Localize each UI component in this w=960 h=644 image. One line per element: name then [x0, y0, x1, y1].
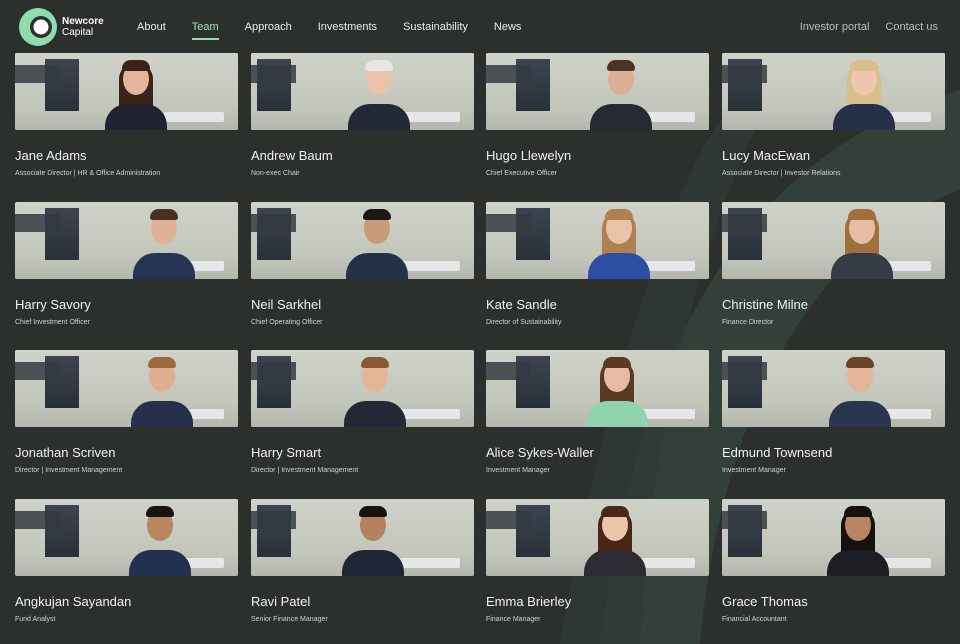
- team-member-role: Chief Executive Officer: [486, 170, 558, 177]
- team-member-photo: [486, 499, 709, 576]
- team-member-role: Director of Sustainability: [486, 319, 562, 326]
- team-member-name[interactable]: Neil Sarkhel: [251, 297, 321, 312]
- team-member-role: Investment Manager: [486, 467, 550, 474]
- team-member-role: Non-exec Chair: [251, 170, 300, 177]
- site-header: Newcore Capital About Team Approach Inve…: [0, 0, 960, 54]
- team-member-role: Finance Director: [722, 319, 774, 326]
- nav-item-about[interactable]: About: [137, 21, 166, 33]
- team-member-role: Director | Investment Management: [15, 467, 123, 474]
- team-member-photo: [15, 350, 238, 427]
- team-member-role: Financial Accountant: [722, 616, 787, 623]
- brand-line-2: Capital: [62, 27, 94, 38]
- team-member-photo: [251, 202, 474, 279]
- team-member-photo: [722, 499, 945, 576]
- nav-item-investments[interactable]: Investments: [318, 21, 377, 33]
- team-member-name[interactable]: Jane Adams: [15, 148, 87, 163]
- brand-logo-icon: [18, 7, 58, 47]
- team-member-photo: [15, 53, 238, 130]
- team-member-name[interactable]: Angkujan Sayandan: [15, 594, 131, 609]
- team-member-photo: [251, 350, 474, 427]
- team-member-role: Investment Manager: [722, 467, 786, 474]
- contact-us-link[interactable]: Contact us: [885, 21, 938, 33]
- nav-item-team[interactable]: Team: [191, 21, 219, 40]
- team-member-name[interactable]: Andrew Baum: [251, 148, 333, 163]
- nav-item-news[interactable]: News: [494, 21, 522, 33]
- investor-portal-link[interactable]: Investor portal: [800, 21, 870, 33]
- team-member-role: Associate Director | Investor Relations: [722, 170, 841, 177]
- team-member-name[interactable]: Harry Savory: [15, 297, 91, 312]
- team-member-name[interactable]: Edmund Townsend: [722, 445, 832, 460]
- team-member-photo: [486, 202, 709, 279]
- team-member-photo: [722, 350, 945, 427]
- team-member-name[interactable]: Lucy MacEwan: [722, 148, 810, 163]
- brand-logo[interactable]: Newcore Capital: [18, 7, 104, 47]
- team-member-name[interactable]: Kate Sandle: [486, 297, 557, 312]
- team-member-role: Associate Director | HR & Office Adminis…: [15, 170, 161, 177]
- team-member-photo: [722, 53, 945, 130]
- team-member-role: Fund Analyst: [15, 616, 56, 623]
- nav-item-approach[interactable]: Approach: [245, 21, 292, 33]
- team-member-name[interactable]: Alice Sykes-Waller: [486, 445, 594, 460]
- team-member-photo: [15, 202, 238, 279]
- team-member-name[interactable]: Ravi Patel: [251, 594, 310, 609]
- team-member-name[interactable]: Harry Smart: [251, 445, 321, 460]
- main-nav: About Team Approach Investments Sustaina…: [124, 0, 534, 54]
- team-member-role: Finance Manager: [486, 616, 541, 623]
- team-grid: Jane Adams Associate Director | HR & Offi…: [15, 0, 945, 644]
- team-member-name[interactable]: Hugo Llewelyn: [486, 148, 571, 163]
- team-member-role: Director | Investment Management: [251, 467, 359, 474]
- team-member-photo: [486, 350, 709, 427]
- nav-item-sustainability[interactable]: Sustainability: [403, 21, 468, 33]
- brand-wordmark: Newcore Capital: [62, 16, 104, 38]
- team-member-name[interactable]: Grace Thomas: [722, 594, 808, 609]
- team-member-photo: [722, 202, 945, 279]
- team-member-name[interactable]: Christine Milne: [722, 297, 808, 312]
- team-member-photo: [486, 53, 709, 130]
- team-member-role: Chief Operating Officer: [251, 319, 323, 326]
- team-member-role: Senior Finance Manager: [251, 616, 328, 623]
- team-member-photo: [251, 499, 474, 576]
- team-member-photo: [15, 499, 238, 576]
- team-member-role: Chief Investment Officer: [15, 319, 90, 326]
- header-utility-links: Investor portal Contact us: [784, 0, 938, 54]
- team-member-name[interactable]: Emma Brierley: [486, 594, 571, 609]
- team-member-photo: [251, 53, 474, 130]
- brand-line-1: Newcore: [62, 16, 104, 27]
- team-member-name[interactable]: Jonathan Scriven: [15, 445, 115, 460]
